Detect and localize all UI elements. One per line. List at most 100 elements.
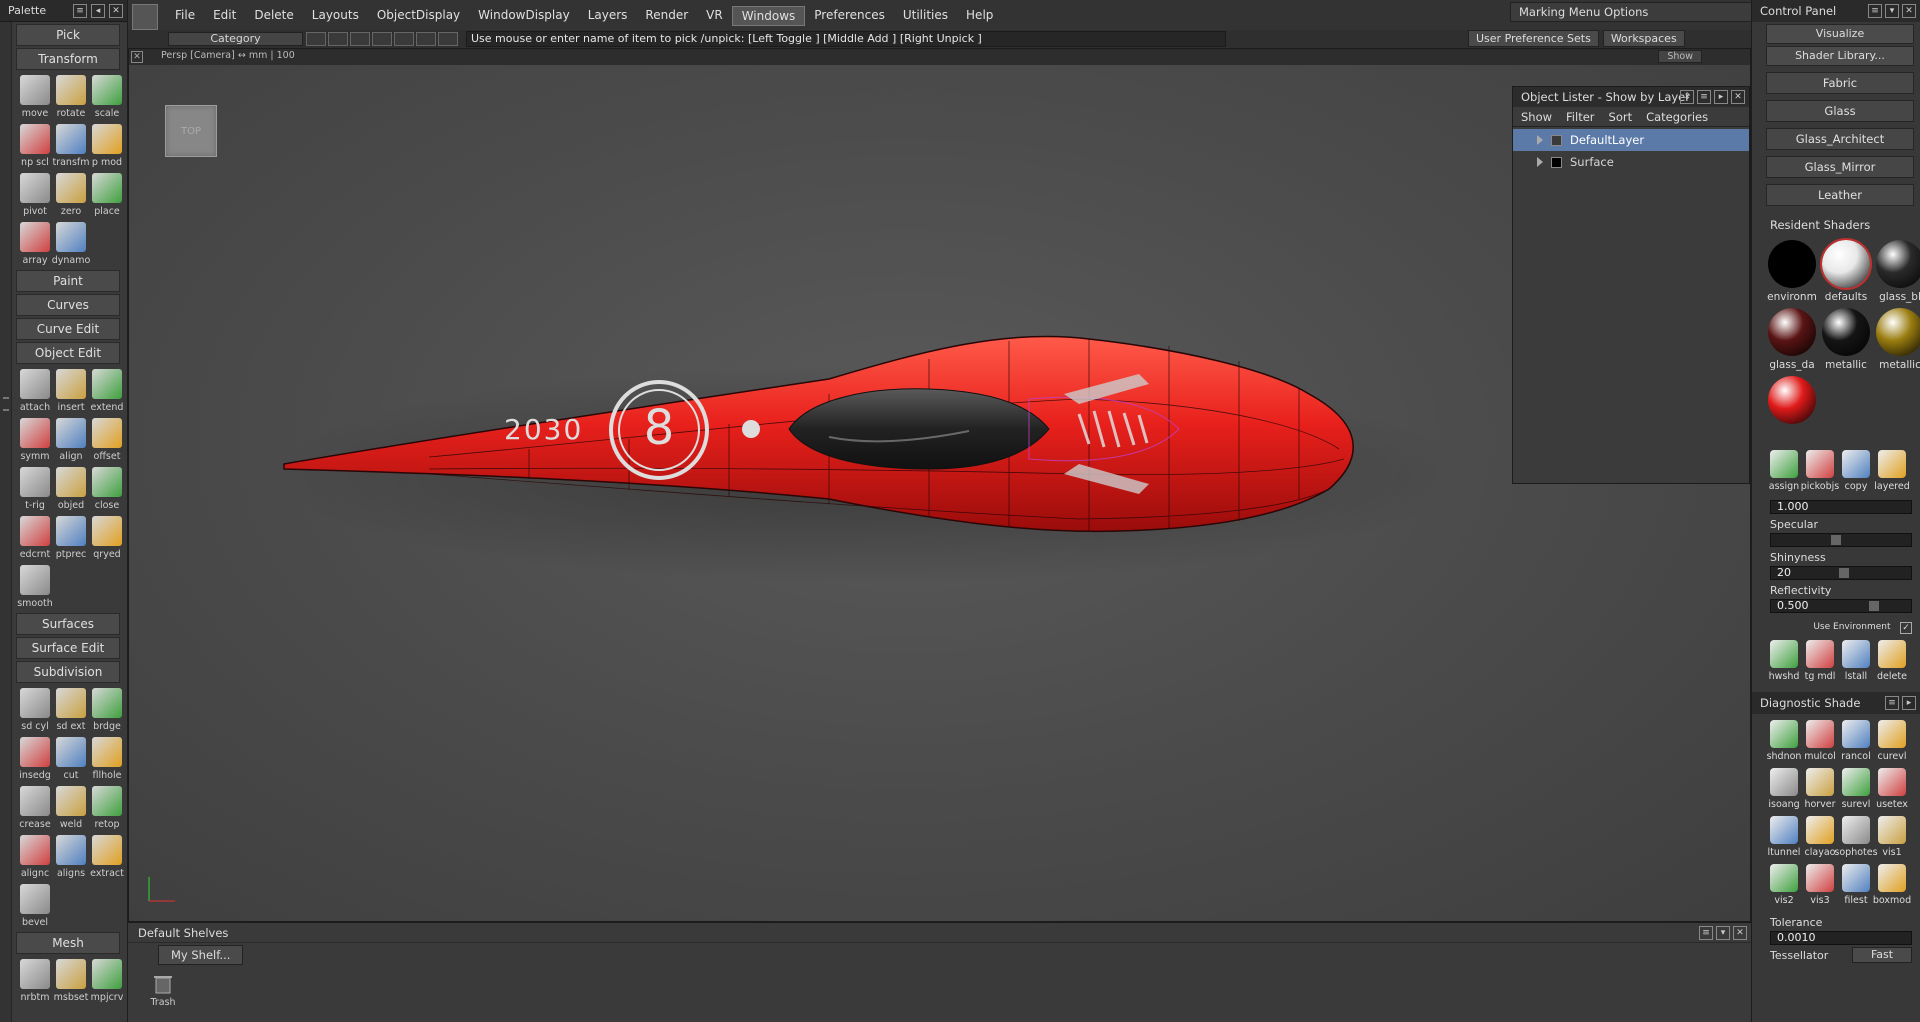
surfaces-button[interactable]: Surfaces bbox=[16, 613, 120, 635]
diag-tool-9[interactable]: clayao bbox=[1802, 816, 1838, 864]
shader-library-item[interactable]: Glass_Mirror bbox=[1766, 156, 1914, 178]
resident-shader[interactable] bbox=[1766, 376, 1818, 444]
mesh-button[interactable]: Mesh bbox=[16, 932, 120, 954]
menu-layouts[interactable]: Layouts bbox=[303, 6, 368, 26]
curves-button[interactable]: Curves bbox=[16, 294, 120, 316]
pick-cv-icon[interactable] bbox=[394, 32, 414, 46]
lister-arrow-icon[interactable]: ▸ bbox=[1714, 90, 1728, 104]
objedit-tool-11[interactable]: qryed bbox=[90, 513, 124, 562]
tessellator-dropdown[interactable]: Fast bbox=[1852, 947, 1912, 963]
use-environment-checkbox[interactable]: ✓ bbox=[1900, 622, 1912, 634]
reflectivity-field[interactable]: 0.500 bbox=[1770, 599, 1912, 613]
objedit-tool-0[interactable]: attach bbox=[18, 366, 52, 415]
objedit-tool-2[interactable]: extend bbox=[90, 366, 124, 415]
cp-close-icon[interactable]: ✕ bbox=[1902, 4, 1916, 18]
mesh-tool-1[interactable]: msbset bbox=[54, 956, 88, 1005]
resident-shader[interactable]: glass_da bbox=[1766, 308, 1818, 376]
diag-tool-7[interactable]: usetex bbox=[1874, 768, 1910, 816]
transform-tool-5[interactable]: p mod bbox=[90, 121, 124, 170]
menu-preferences[interactable]: Preferences bbox=[805, 6, 894, 26]
objedit-tool-5[interactable]: offset bbox=[90, 415, 124, 464]
visualize-button[interactable]: Visualize bbox=[1766, 24, 1914, 44]
objedit-tool-4[interactable]: align bbox=[54, 415, 88, 464]
transform-tool-1[interactable]: rotate bbox=[54, 72, 88, 121]
layer-color-swatch[interactable] bbox=[1551, 156, 1562, 168]
subdiv-tool-5[interactable]: fllhole bbox=[90, 734, 124, 783]
lister-menu-show[interactable]: Show bbox=[1521, 110, 1552, 124]
objedit-tool-3[interactable]: symm bbox=[18, 415, 52, 464]
diag-tool-10[interactable]: sophotes bbox=[1834, 816, 1878, 864]
category-dropdown[interactable]: Category bbox=[168, 32, 303, 46]
resident-shader[interactable]: defaults bbox=[1820, 238, 1872, 308]
transform-tool-0[interactable]: move bbox=[18, 72, 52, 121]
palette-close-icon[interactable]: ✕ bbox=[109, 3, 123, 18]
shelves-chevron-icon[interactable]: ▾ bbox=[1716, 926, 1730, 940]
menu-layers[interactable]: Layers bbox=[579, 6, 637, 26]
menu-edit[interactable]: Edit bbox=[204, 6, 245, 26]
shader-library-item[interactable]: Glass_Architect bbox=[1766, 128, 1914, 150]
palette-collapse-icon[interactable]: ◂ bbox=[91, 3, 105, 18]
transform-tool-9[interactable]: array bbox=[18, 219, 52, 268]
menu-windowdisplay[interactable]: WindowDisplay bbox=[469, 6, 579, 26]
subdiv-tool-11[interactable]: extract bbox=[90, 832, 124, 881]
diag-tool-2[interactable]: rancol bbox=[1838, 720, 1874, 768]
mesh-tool-0[interactable]: nrbtm bbox=[18, 956, 52, 1005]
layer-row[interactable]: DefaultLayer bbox=[1513, 129, 1749, 151]
lister-menu-categories[interactable]: Categories bbox=[1646, 110, 1708, 124]
cp-chevron-icon[interactable]: ▾ bbox=[1885, 4, 1899, 18]
resident-shader[interactable]: metallic bbox=[1874, 308, 1920, 376]
cp-menu-icon[interactable]: ≡ bbox=[1868, 4, 1882, 18]
hw-tool-3[interactable]: delete bbox=[1874, 640, 1910, 688]
subdiv-tool-3[interactable]: insedg bbox=[18, 734, 52, 783]
diag-tool-11[interactable]: vis1 bbox=[1874, 816, 1910, 864]
diag-tool-12[interactable]: vis2 bbox=[1766, 864, 1802, 912]
diag-tool-8[interactable]: ltunnel bbox=[1766, 816, 1802, 864]
menu-windows[interactable]: Windows bbox=[731, 6, 806, 26]
menu-render[interactable]: Render bbox=[636, 6, 697, 26]
shader-library-item[interactable]: Leather bbox=[1766, 184, 1914, 206]
hw-tool-1[interactable]: tg mdl bbox=[1802, 640, 1838, 688]
diag-tool-0[interactable]: shdnon bbox=[1766, 720, 1802, 768]
lister-menu-sort[interactable]: Sort bbox=[1609, 110, 1633, 124]
palette-menu-icon[interactable]: ≡ bbox=[73, 3, 87, 18]
objedit-tool-6[interactable]: t-rig bbox=[18, 464, 52, 513]
layer-color-swatch[interactable] bbox=[1551, 134, 1562, 146]
hw-tool-0[interactable]: hwshd bbox=[1766, 640, 1802, 688]
diag-tool-15[interactable]: boxmod bbox=[1873, 864, 1911, 912]
pick-close-icon[interactable] bbox=[306, 32, 326, 46]
diag-tool-1[interactable]: mulcol bbox=[1802, 720, 1838, 768]
perspective-viewport[interactable]: ✕ Persp [Camera] ↔ mm | 100 Show TOP 8 2… bbox=[128, 48, 1751, 922]
shader-library-button[interactable]: Shader Library... bbox=[1766, 46, 1914, 66]
transform-tool-6[interactable]: pivot bbox=[18, 170, 52, 219]
transform-tool-8[interactable]: place bbox=[90, 170, 124, 219]
subdiv-tool-0[interactable]: sd cyl bbox=[18, 685, 52, 734]
menu-utilities[interactable]: Utilities bbox=[894, 6, 957, 26]
surf-shelf-icon[interactable] bbox=[132, 4, 158, 30]
pick-button[interactable]: Pick bbox=[16, 24, 120, 46]
paint-button[interactable]: Paint bbox=[16, 270, 120, 292]
transform-tool-7[interactable]: zero bbox=[54, 170, 88, 219]
diag-tool-13[interactable]: vis3 bbox=[1802, 864, 1838, 912]
first-value-field[interactable]: 1.000 bbox=[1770, 500, 1912, 514]
menu-help[interactable]: Help bbox=[957, 6, 1002, 26]
menu-vr[interactable]: VR bbox=[697, 6, 732, 26]
workspaces-button[interactable]: Workspaces bbox=[1602, 30, 1685, 47]
shader-library-item[interactable]: Glass bbox=[1766, 100, 1914, 122]
pick-surface-icon[interactable] bbox=[372, 32, 392, 46]
lister-menu-icon[interactable]: ≡ bbox=[1697, 90, 1711, 104]
diag-tool-14[interactable]: filest bbox=[1838, 864, 1874, 912]
resident-shader[interactable]: metallic bbox=[1820, 308, 1872, 376]
prompt-line[interactable]: Use mouse or enter name of item to pick … bbox=[466, 31, 1226, 47]
subdiv-tool-8[interactable]: retop bbox=[90, 783, 124, 832]
transform-tool-4[interactable]: transfm bbox=[52, 121, 90, 170]
objedit-tool-12[interactable]: smooth bbox=[17, 562, 53, 611]
shader-library-item[interactable]: Fabric bbox=[1766, 72, 1914, 94]
mesh-tool-2[interactable]: mpjcrv bbox=[90, 956, 124, 1005]
shader-tool-2[interactable]: copy bbox=[1838, 450, 1874, 498]
diag-tool-6[interactable]: surevl bbox=[1838, 768, 1874, 816]
layer-row[interactable]: Surface bbox=[1513, 151, 1749, 173]
objedit-tool-8[interactable]: close bbox=[90, 464, 124, 513]
objedit-tool-1[interactable]: insert bbox=[54, 366, 88, 415]
objedit-tool-7[interactable]: objed bbox=[54, 464, 88, 513]
diag-tool-3[interactable]: curevl bbox=[1874, 720, 1910, 768]
